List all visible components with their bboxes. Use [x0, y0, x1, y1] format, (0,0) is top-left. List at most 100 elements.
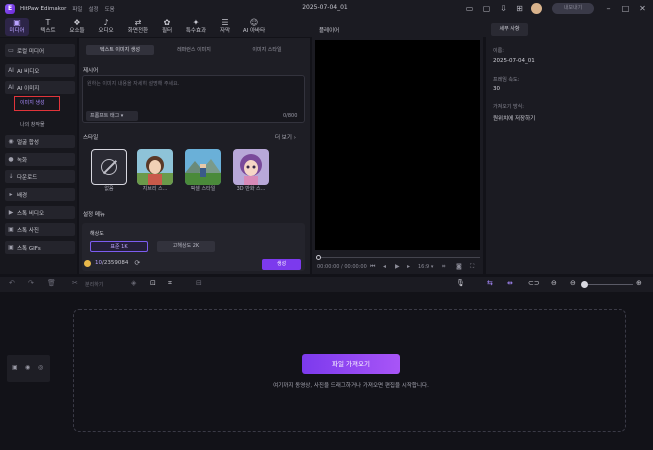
zoom-in-icon[interactable]: ⊕ — [636, 279, 642, 287]
magnet-icon[interactable]: ⇹ — [507, 279, 513, 287]
aspect-ratio-label: 16:9 — [418, 264, 430, 270]
subtab-text-to-image[interactable]: 텍스트 이미지 생성 — [86, 45, 154, 55]
style-card-none[interactable] — [91, 149, 127, 185]
lock-icon[interactable]: ▣ — [12, 364, 18, 371]
visibility-icon[interactable]: ◎ — [38, 364, 43, 371]
menu-help[interactable]: 도움 — [105, 5, 115, 13]
refresh-icon[interactable]: ⟳ — [134, 259, 140, 267]
fps-value: 30 — [493, 86, 500, 92]
ai-video-icon: AI — [8, 67, 14, 74]
share-icon[interactable]: ⇩ — [498, 3, 509, 14]
crop-tool-icon[interactable]: ⌗ — [168, 279, 172, 288]
zoom-slider-track[interactable] — [583, 284, 633, 285]
credits-display: 10/2359084 ⟳ — [84, 259, 140, 267]
subtitle-icon: ☰ — [221, 18, 229, 27]
chevron-right-icon: › — [293, 135, 296, 141]
fullscreen-icon[interactable]: ⛶ — [470, 263, 474, 271]
resolution-2k-button[interactable]: 고해상도 2K — [157, 241, 215, 252]
nav-local-media[interactable]: ▭ 로컬 미디어 — [5, 44, 75, 57]
text-icon: T — [45, 18, 51, 27]
scissor-link-icon[interactable]: ⊖ — [551, 279, 557, 287]
step-back-icon[interactable]: ◂ — [383, 263, 386, 270]
nav-sub-image-generate[interactable]: 이미지 생성 — [14, 96, 60, 111]
nav-stock-video[interactable]: ▶ 스톡 비디오 — [5, 206, 75, 219]
panel-icon[interactable]: ▭ — [464, 3, 475, 14]
aspect-ratio-select[interactable]: 16:9 ▾ — [418, 264, 433, 270]
export-button[interactable]: 내보내기 — [552, 3, 594, 14]
layout-icon[interactable]: ⊞ — [514, 3, 525, 14]
prev-frame-icon[interactable]: ⏮ — [370, 263, 375, 271]
resolution-1k-button[interactable]: 표준 1K — [90, 241, 148, 252]
tab-subtitle[interactable]: ☰ 자막 — [215, 18, 235, 36]
tab-elements[interactable]: ❖ 요소들 — [65, 18, 89, 36]
microphone-icon[interactable]: 🎙 — [456, 279, 465, 287]
face-icon: ◉ — [8, 138, 14, 145]
style-card-pixel[interactable] — [185, 149, 221, 185]
tab-transition[interactable]: ⇄ 화면전환 — [123, 18, 153, 36]
tab-details[interactable]: 세부 사항 — [491, 23, 528, 36]
import-mode-value: 원위치에 저장하기 — [493, 116, 536, 122]
camera-icon[interactable]: ◙ — [456, 263, 462, 270]
more-styles-link[interactable]: 더 보기 › — [275, 133, 296, 141]
mute-icon[interactable]: ◉ — [25, 364, 30, 371]
app-logo: E — [5, 3, 15, 14]
nav-background[interactable]: ▸ 배경 — [5, 188, 75, 201]
avatar[interactable] — [531, 3, 542, 14]
zoom-out-icon[interactable]: ⊖ — [570, 279, 576, 287]
tab-filter[interactable]: ✿ 필터 — [157, 18, 177, 36]
player-playhead[interactable] — [316, 255, 321, 260]
prompt-placeholder: 원하는 이미지 내용을 자세히 설명해 주세요. — [87, 81, 180, 87]
menu-file[interactable]: 파일 — [72, 5, 82, 13]
maximize-icon[interactable]: □ — [620, 3, 631, 14]
nav-sub-my-creations[interactable]: 나의 창작물 — [20, 121, 45, 128]
subtab-image-style[interactable]: 이미지 스타일 — [233, 45, 301, 55]
import-files-button[interactable]: 파일 가져오기 — [302, 354, 400, 374]
name-label: 이름: — [493, 48, 504, 54]
text-box-icon[interactable]: ⊡ — [150, 279, 156, 287]
char-counter: 0/800 — [283, 113, 298, 119]
avatar-icon: ☺ — [249, 18, 259, 27]
nav-stock-gifs[interactable]: ▣ 스톡 GIFs — [5, 241, 75, 254]
nav-ai-video[interactable]: AI AI 비디오 — [5, 64, 75, 77]
effects-icon: ✦ — [192, 18, 200, 27]
tab-media[interactable]: ▣ 미디어 — [5, 18, 29, 36]
split-label[interactable]: 분리하기 — [85, 281, 103, 288]
redo-icon[interactable]: ↷ — [28, 279, 34, 287]
play-icon[interactable]: ▶ — [395, 263, 400, 270]
player-progress-bar[interactable] — [318, 257, 480, 258]
close-icon[interactable]: ✕ — [637, 3, 648, 14]
nav-download[interactable]: ↓ 다운로드 — [5, 170, 75, 183]
shield-icon[interactable]: ◈ — [131, 279, 136, 287]
split-icon[interactable]: ✂ — [72, 279, 78, 287]
nav-stock-photo[interactable]: ▣ 스톡 사진 — [5, 223, 75, 236]
link-icon[interactable]: ⇆ — [487, 279, 493, 287]
prompt-tag-dropdown[interactable]: 프롬프트 태그 ▾ — [86, 111, 138, 121]
tab-elements-label: 요소들 — [69, 28, 85, 34]
menu-settings[interactable]: 설정 — [88, 5, 98, 13]
download-icon: ↓ — [8, 173, 14, 180]
chat-icon[interactable]: ▢ — [481, 3, 492, 14]
delete-icon[interactable]: 🗑 — [47, 279, 56, 287]
undo-icon[interactable]: ↶ — [9, 279, 15, 287]
chain-icon[interactable]: ⊂⊃ — [528, 279, 540, 287]
step-forward-icon[interactable]: ▸ — [407, 263, 410, 270]
style-name-pixel: 픽셀 스타일 — [190, 186, 216, 192]
tab-effects[interactable]: ✦ 특수효과 — [181, 18, 211, 36]
tab-text[interactable]: T 텍스트 — [36, 18, 60, 36]
style-card-3d-cartoon[interactable] — [233, 149, 269, 185]
nav-label: AI 비디오 — [17, 68, 40, 75]
nav-record[interactable]: ● 녹화 — [5, 153, 75, 166]
tab-ai-avatar[interactable]: ☺ AI 아바타 — [239, 18, 269, 36]
style-card-ghibli[interactable] — [137, 149, 173, 185]
nav-label: AI 이미지 — [17, 85, 40, 92]
nav-face-swap[interactable]: ◉ 얼굴 합성 — [5, 135, 75, 148]
subtab-reference-image[interactable]: 레퍼런스 이미지 — [160, 45, 228, 55]
tab-audio[interactable]: ♪ 오디오 — [94, 18, 118, 36]
generate-button[interactable]: 생성 — [262, 259, 301, 270]
zoom-slider-handle[interactable] — [581, 281, 588, 288]
minimize-icon[interactable]: – — [603, 3, 614, 14]
nav-ai-image[interactable]: AI AI 이미지 — [5, 81, 75, 94]
sticker-icon[interactable]: ⊟ — [196, 279, 202, 287]
style-name-none: 없음 — [104, 186, 114, 192]
crop-icon[interactable]: ⌗ — [442, 263, 445, 271]
